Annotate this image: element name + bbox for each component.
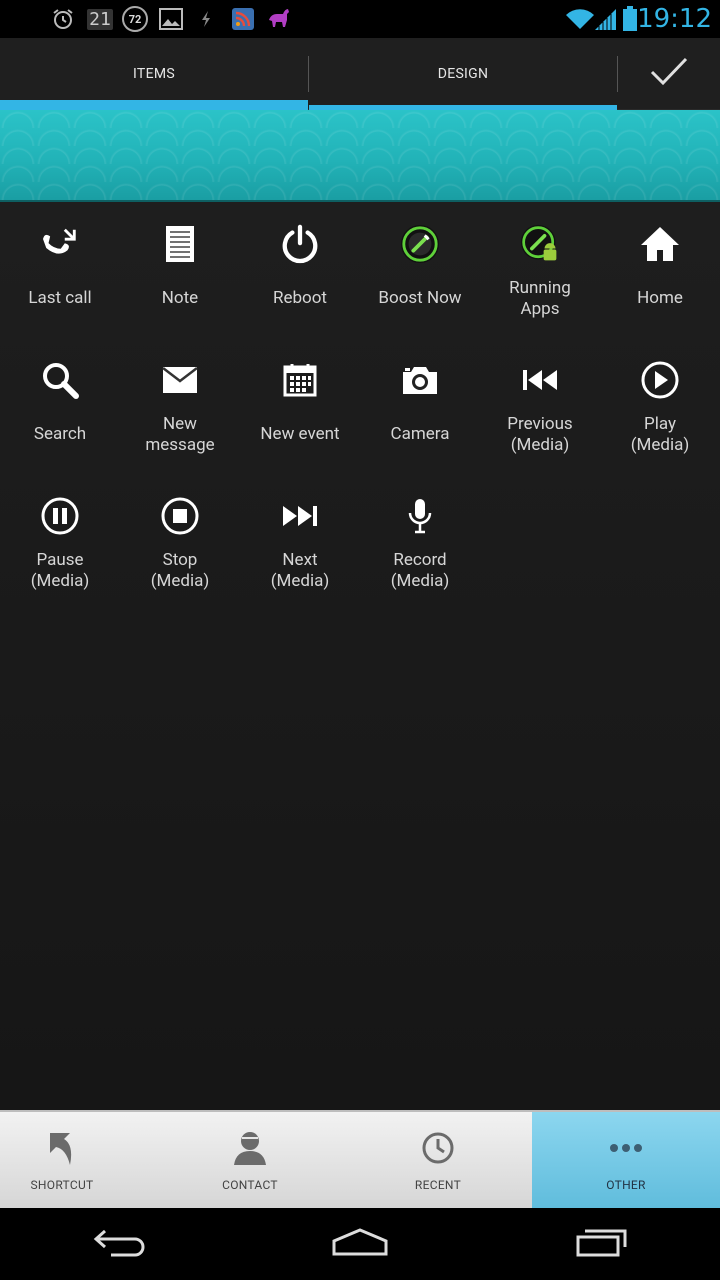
item-reboot[interactable]: Reboot bbox=[240, 202, 360, 322]
item-label: Note bbox=[161, 288, 199, 308]
item-new-message[interactable]: New message bbox=[120, 338, 240, 458]
tab-items-label: ITEMS bbox=[133, 66, 175, 82]
item-next-media[interactable]: Next (Media) bbox=[240, 474, 360, 594]
item-stop-media[interactable]: Stop (Media) bbox=[120, 474, 240, 594]
item-label: Pause (Media) bbox=[30, 550, 90, 591]
status-date: 21 bbox=[87, 8, 113, 30]
item-label: Next (Media) bbox=[270, 550, 330, 591]
item-pause-media[interactable]: Pause (Media) bbox=[0, 474, 120, 594]
confirm-button[interactable] bbox=[618, 38, 720, 110]
tab-contact-label: CONTACT bbox=[222, 1178, 278, 1192]
play-icon bbox=[640, 358, 680, 402]
envelope-icon bbox=[160, 358, 200, 402]
item-label: Running Apps bbox=[509, 278, 571, 319]
tab-recent[interactable]: RECENT bbox=[376, 1112, 500, 1210]
item-camera[interactable]: Camera bbox=[360, 338, 480, 458]
home-button[interactable] bbox=[320, 1224, 400, 1264]
usb-icon bbox=[196, 6, 216, 32]
top-tab-bar: ITEMS DESIGN bbox=[0, 38, 720, 110]
notification-animal-icon bbox=[265, 6, 293, 32]
tab-design-label: DESIGN bbox=[437, 66, 489, 82]
more-dots-icon bbox=[606, 1128, 646, 1168]
last-call-icon bbox=[40, 222, 80, 266]
signal-icon bbox=[592, 6, 618, 32]
item-label: New message bbox=[145, 414, 215, 455]
item-new-event[interactable]: New event bbox=[240, 338, 360, 458]
item-record-media[interactable]: Record (Media) bbox=[360, 474, 480, 594]
items-grid: Last call Note Reboot Boost Now Running A… bbox=[0, 202, 720, 1110]
status-temperature: 72 bbox=[122, 6, 148, 32]
status-time: 19:12 bbox=[637, 4, 712, 34]
item-label: Home bbox=[637, 288, 683, 308]
item-label: Search bbox=[33, 424, 87, 444]
temperature-icon: 72 bbox=[121, 6, 149, 32]
tab-items-indicator bbox=[0, 100, 308, 110]
item-label: Camera bbox=[390, 424, 450, 444]
item-previous-media[interactable]: Previous (Media) bbox=[480, 338, 600, 458]
item-last-call[interactable]: Last call bbox=[0, 202, 120, 322]
item-label: Stop (Media) bbox=[150, 550, 210, 591]
home-icon bbox=[640, 222, 680, 266]
camera-icon bbox=[400, 358, 440, 402]
item-search[interactable]: Search bbox=[0, 338, 120, 458]
boost-icon bbox=[400, 222, 440, 266]
tab-design[interactable]: DESIGN bbox=[309, 38, 617, 110]
previous-icon bbox=[520, 358, 560, 402]
tab-other[interactable]: OTHER bbox=[532, 1112, 720, 1210]
tab-contact[interactable]: CONTACT bbox=[188, 1112, 312, 1210]
item-label: Boost Now bbox=[378, 288, 462, 308]
bottom-tab-bar: SHORTCUT CONTACT RECENT OTHER bbox=[0, 1110, 720, 1210]
item-running-apps[interactable]: Running Apps bbox=[480, 202, 600, 322]
tab-other-label: OTHER bbox=[606, 1178, 646, 1192]
recent-apps-icon bbox=[575, 1227, 629, 1261]
alarm-icon bbox=[50, 6, 76, 32]
calendar-date-icon: 21 bbox=[86, 6, 114, 32]
status-bar: 21 72 19:12 bbox=[0, 0, 720, 38]
tab-shortcut[interactable]: SHORTCUT bbox=[0, 1112, 124, 1210]
back-icon bbox=[93, 1227, 147, 1261]
tab-recent-label: RECENT bbox=[414, 1178, 462, 1192]
microphone-icon bbox=[400, 494, 440, 538]
item-label: Record (Media) bbox=[390, 550, 450, 591]
clock-icon bbox=[418, 1128, 458, 1168]
note-icon bbox=[160, 222, 200, 266]
item-label: Last call bbox=[28, 288, 92, 308]
back-button[interactable] bbox=[80, 1224, 160, 1264]
item-label: Reboot bbox=[273, 288, 327, 308]
search-icon bbox=[40, 358, 80, 402]
stop-icon bbox=[160, 494, 200, 538]
next-icon bbox=[280, 494, 320, 538]
calendar-icon bbox=[280, 358, 320, 402]
running-apps-icon bbox=[520, 222, 560, 266]
system-nav-bar bbox=[0, 1208, 720, 1280]
power-icon bbox=[280, 222, 320, 266]
item-boost-now[interactable]: Boost Now bbox=[360, 202, 480, 322]
shortcut-arrow-icon bbox=[42, 1128, 82, 1168]
rss-icon bbox=[230, 6, 256, 32]
home-outline-icon bbox=[331, 1227, 389, 1261]
item-home[interactable]: Home bbox=[600, 202, 720, 322]
contact-icon bbox=[230, 1128, 270, 1168]
item-label: Previous (Media) bbox=[507, 414, 573, 455]
tab-items[interactable]: ITEMS bbox=[0, 38, 308, 110]
check-icon bbox=[650, 57, 688, 91]
wifi-icon bbox=[565, 6, 595, 32]
design-preview-banner bbox=[0, 110, 720, 202]
pause-icon bbox=[40, 494, 80, 538]
gallery-icon bbox=[158, 6, 184, 32]
tab-shortcut-label: SHORTCUT bbox=[30, 1178, 94, 1192]
item-label: New event bbox=[260, 424, 340, 444]
item-play-media[interactable]: Play (Media) bbox=[600, 338, 720, 458]
item-note[interactable]: Note bbox=[120, 202, 240, 322]
item-label: Play (Media) bbox=[630, 414, 690, 455]
recent-apps-button[interactable] bbox=[562, 1224, 642, 1264]
